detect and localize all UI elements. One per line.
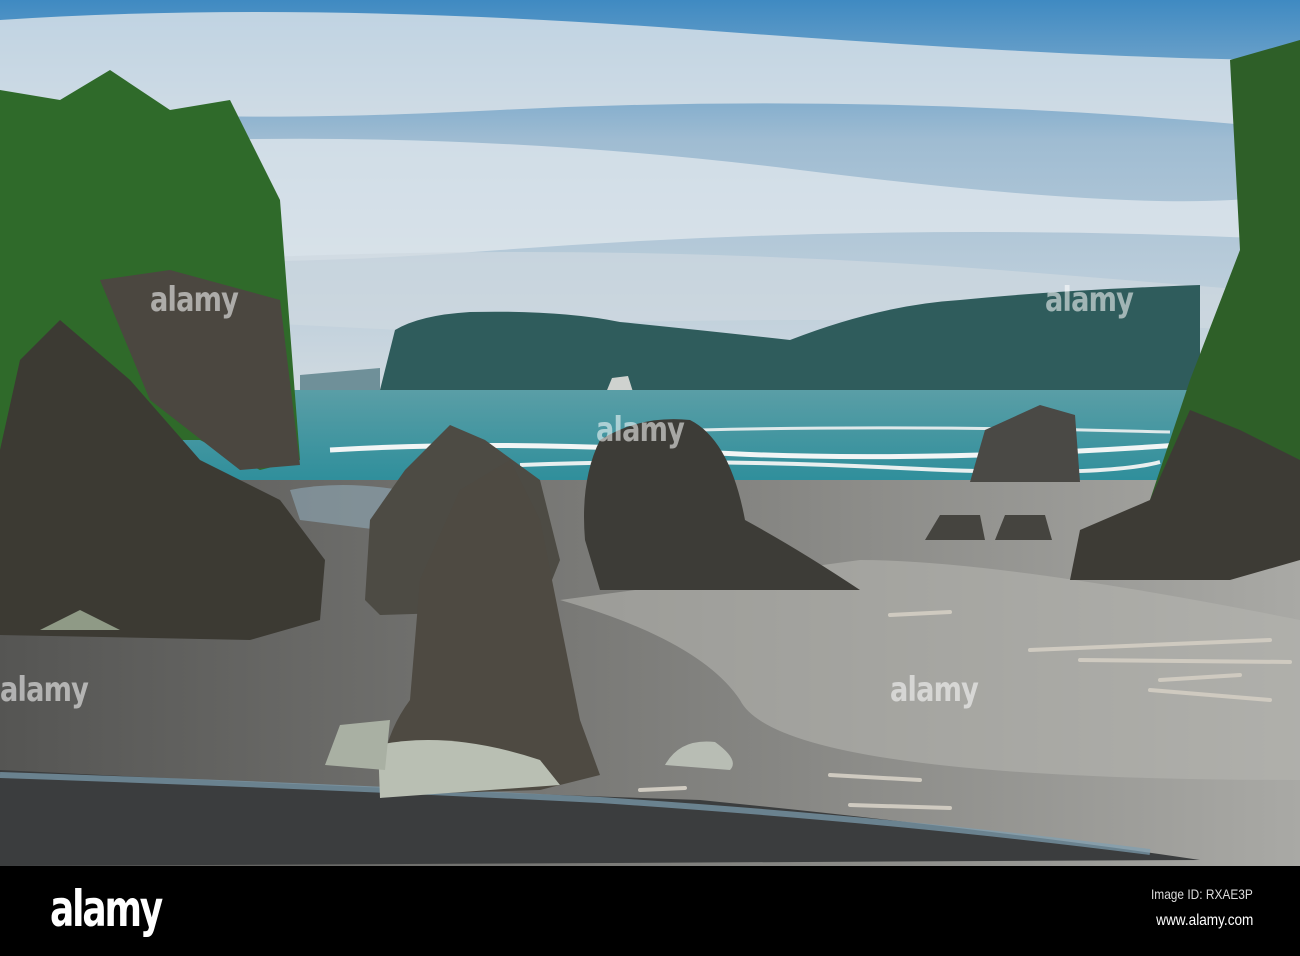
watermark: alamy <box>0 670 89 710</box>
watermark: alamy <box>150 280 239 320</box>
watermark: alamy <box>890 670 979 710</box>
image-id: Image ID: RXAE3P <box>1151 886 1253 902</box>
website-link[interactable]: www.alamy.com <box>1156 912 1253 930</box>
alamy-logo: alamy <box>50 880 163 938</box>
footer-bar: alamy Image ID: RXAE3P www.alamy.com <box>0 866 1300 956</box>
watermark: alamy <box>1045 280 1134 320</box>
watermark: alamy <box>596 410 685 450</box>
